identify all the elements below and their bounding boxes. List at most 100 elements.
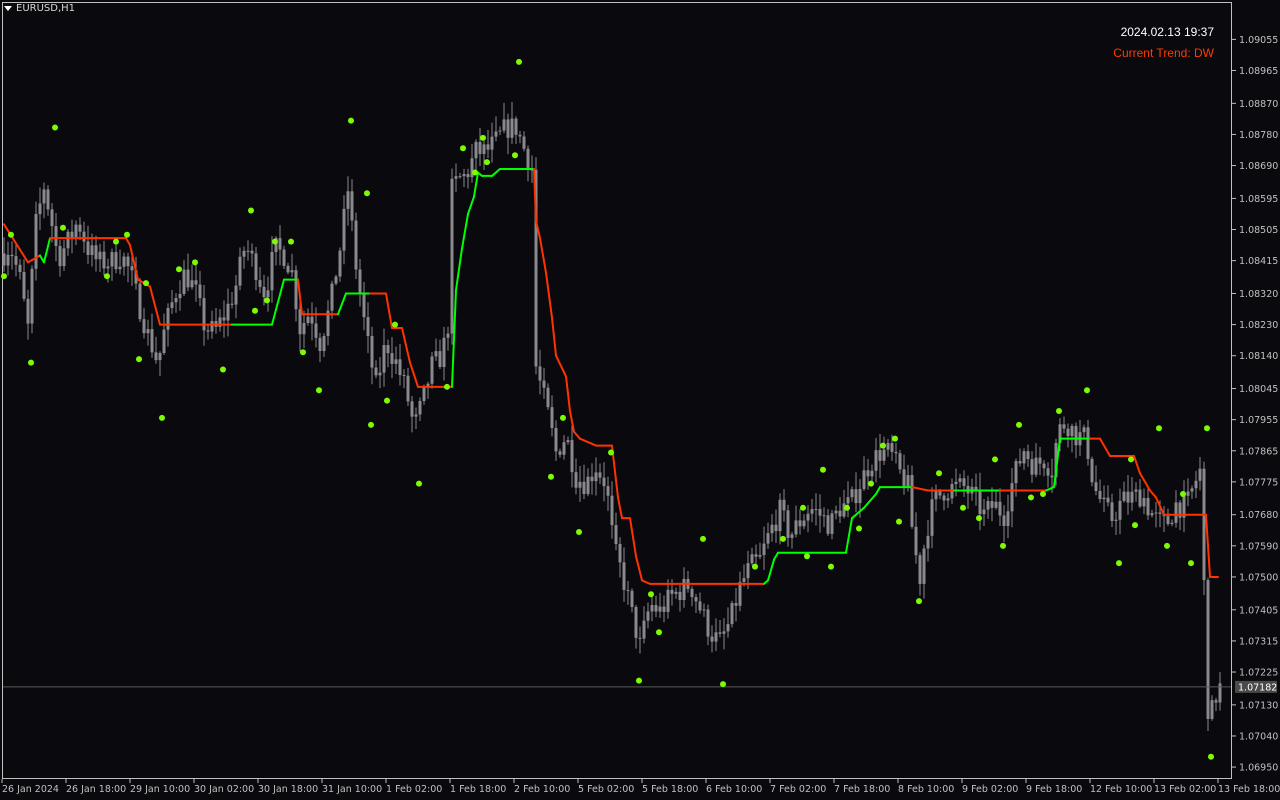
candle-body [858,489,862,504]
signal-dot [288,238,294,245]
signal-dot [384,397,390,404]
candle-body [974,486,978,490]
candle-body [598,472,602,478]
candle-body [958,478,962,482]
current-datetime: 2024.02.13 19:37 [1120,25,1214,39]
x-tick-label: 30 Jan 18:00 [258,784,318,795]
signal-dot [800,504,806,511]
candle-body [230,303,234,305]
candle-body [702,609,706,611]
candle-body [254,253,258,281]
candle-body [1086,427,1090,459]
candle-body [766,533,770,544]
signal-dot [844,504,850,511]
signal-dot [472,169,478,176]
candle-body [694,597,698,602]
signal-dot [104,273,110,280]
candle-body [1034,457,1038,475]
candle-body [414,414,418,417]
menu-triangle-icon[interactable] [4,6,12,11]
candle-body [430,356,434,384]
price-chart[interactable]: 1.09055 1.08965 1.08870 1.08780 1.08690 1.085… [0,0,1280,800]
candle-body [606,486,610,496]
candle-body [346,191,350,209]
signal-dot [828,563,834,570]
signal-dot [159,414,165,421]
signal-dot [720,681,726,688]
candle-body [138,283,142,320]
x-tick-label: 2 Feb 10:00 [514,784,570,795]
candle-body [566,440,570,443]
candle-body [778,499,782,532]
x-tick-label: 7 Feb 18:00 [834,784,890,795]
candle-body [638,637,642,639]
candle-body [338,250,342,277]
candle-body [354,220,358,270]
candle-body [1214,700,1218,703]
candle-body [738,581,742,606]
y-tick-label: 1.07225 [1239,668,1278,679]
candle-body [934,490,938,500]
candle-body [982,509,986,515]
candle-body [70,231,74,238]
candle-body [58,245,62,267]
candle-body [526,148,530,170]
candle-body [170,302,174,308]
candle-body [234,285,238,305]
candle-body [570,440,574,473]
candle-body [238,256,242,286]
candle-body [782,499,786,511]
candle-body [158,352,162,361]
candle-body [146,329,150,334]
signal-dot [892,435,898,442]
candle-body [882,449,886,461]
candle-body [1146,497,1150,516]
candle-body [450,178,454,334]
candle-body [290,270,294,273]
candle-body [50,209,54,227]
signal-dot [548,473,554,480]
signal-dot [8,231,14,238]
candle-body [678,591,682,601]
candle-body [562,442,566,455]
candle-body [1062,424,1066,429]
signal-dot [300,349,306,356]
candle-body [1126,491,1130,503]
candle-body [706,609,710,637]
signal-dot [1164,542,1170,549]
candle-body [862,470,866,490]
candle-body [1202,468,1206,581]
x-tick-label: 8 Feb 10:00 [898,784,954,795]
y-tick-label: 1.07865 [1239,446,1278,457]
x-tick-label: 1 Feb 18:00 [450,784,506,795]
x-tick-label: 9 Feb 02:00 [962,784,1018,795]
candle-body [206,330,210,332]
signal-dot [960,504,966,511]
signal-dot [656,629,662,636]
y-tick-label: 1.06950 [1239,763,1278,774]
candle-body [382,345,386,373]
signal-dot [1132,522,1138,529]
candle-body [1050,475,1054,478]
candle-body [1114,519,1118,521]
candle-body [278,238,282,250]
signal-dot [444,383,450,390]
candle-body [362,293,366,318]
signal-dot [820,466,826,473]
candle-body [162,329,166,353]
candle-body [398,359,402,376]
candle-body [814,508,818,510]
signal-dot [1028,494,1034,501]
symbol-label[interactable]: EURUSD,H1 [4,3,75,14]
candle-body [726,624,730,632]
candle-body [194,280,198,285]
candle-body [1138,489,1142,507]
candle-body [1098,490,1102,500]
signal-dot [392,321,398,328]
candle-body [374,367,378,376]
x-tick-label: 1 Feb 02:00 [386,784,442,795]
signal-dot [516,58,522,65]
candle-body [714,632,718,642]
candle-body [1130,491,1134,503]
signal-dot [348,117,354,124]
